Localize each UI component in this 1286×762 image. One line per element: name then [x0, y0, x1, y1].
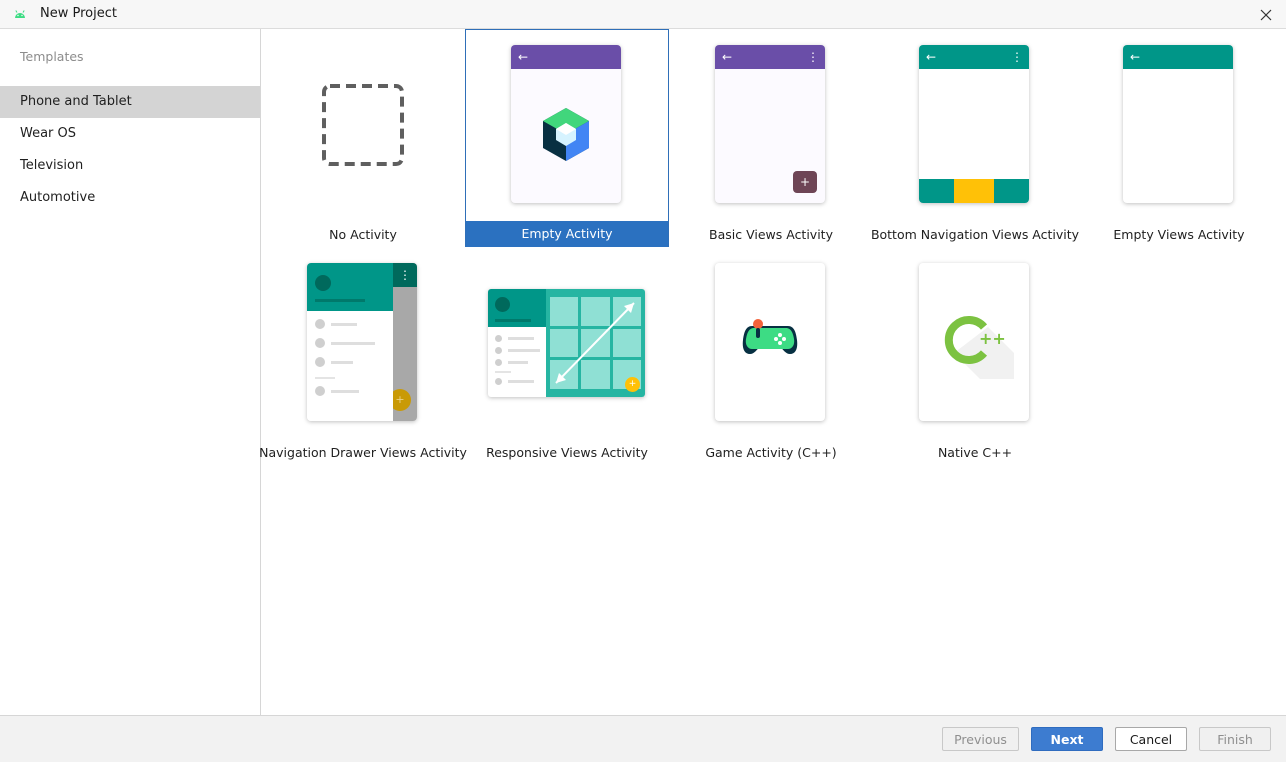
plus-icon: + [793, 171, 817, 193]
dashed-square-icon [322, 84, 404, 166]
list-header [488, 289, 546, 327]
templates-sidebar: Templates Phone and Tablet Wear OS Telev… [0, 29, 261, 715]
template-label: Empty Activity [466, 221, 668, 247]
template-label: Bottom Navigation Views Activity [870, 227, 1080, 242]
sidebar-item-television[interactable]: Television [0, 150, 260, 182]
drawer-header [307, 263, 393, 311]
sidebar-item-label: Automotive [20, 190, 96, 205]
template-thumbnail: ++ [919, 263, 1029, 421]
app-bar: ← ⋮ [919, 45, 1029, 69]
close-button[interactable] [1246, 0, 1286, 29]
template-label: Navigation Drawer Views Activity [259, 445, 467, 460]
title-bar: New Project [0, 0, 1286, 29]
app-bar: ← [511, 45, 621, 69]
cancel-button[interactable]: Cancel [1115, 727, 1187, 751]
sidebar-item-automotive[interactable]: Automotive [0, 182, 260, 214]
sidebar-item-wear-os[interactable]: Wear OS [0, 118, 260, 150]
previous-button[interactable]: Previous [942, 727, 1019, 751]
overflow-menu-icon: ⋮ [1011, 50, 1023, 64]
next-button[interactable]: Next [1031, 727, 1103, 751]
wizard-button-bar: Previous Next Cancel Finish [0, 715, 1286, 762]
template-thumbnail: + [488, 289, 645, 397]
template-empty-activity[interactable]: ← Empty Activity [465, 29, 669, 247]
android-icon [15, 10, 25, 18]
template-native-cpp[interactable]: ++ Native C++ [873, 247, 1077, 465]
overflow-menu-icon: ⋮ [807, 50, 819, 64]
template-label: Empty Views Activity [1113, 227, 1245, 242]
template-responsive-views-activity[interactable]: + Responsive Views Activity [465, 247, 669, 465]
template-label: Responsive Views Activity [486, 445, 648, 460]
back-arrow-icon: ← [1130, 50, 1141, 64]
template-no-activity[interactable]: No Activity [261, 29, 465, 247]
template-label: No Activity [329, 227, 397, 242]
navigation-drawer [307, 263, 393, 421]
template-thumbnail: ← [511, 45, 621, 203]
templates-grid: No Activity ← Empty Activity ← ⋮ + Basic… [259, 29, 1286, 715]
template-label: Game Activity (C++) [705, 445, 837, 460]
gamepad-icon [742, 319, 798, 354]
template-thumbnail: ⋮ + [307, 263, 417, 421]
grid-panel: + [546, 289, 645, 397]
cpp-logo-icon: ++ [944, 316, 1014, 379]
sidebar-item-label: Television [20, 158, 84, 173]
sidebar-header: Templates [20, 49, 84, 64]
app-bar: ← ⋮ [715, 45, 825, 69]
template-label: Native C++ [937, 445, 1013, 460]
bottom-navigation-selected [954, 179, 994, 203]
bottom-navigation-bar [919, 179, 1029, 203]
template-thumbnail: ← ⋮ [919, 45, 1029, 203]
template-label: Basic Views Activity [709, 227, 833, 242]
back-arrow-icon: ← [722, 50, 733, 64]
app-bar: ← [1123, 45, 1233, 69]
sidebar-item-phone-and-tablet[interactable]: Phone and Tablet [0, 86, 260, 118]
finish-button[interactable]: Finish [1199, 727, 1271, 751]
sidebar-item-label: Wear OS [20, 126, 77, 141]
jetpack-compose-icon [543, 108, 589, 161]
sidebar-item-label: Phone and Tablet [20, 94, 132, 109]
template-thumbnail: ← ⋮ + [715, 45, 825, 203]
back-arrow-icon: ← [926, 50, 937, 64]
close-icon [1260, 9, 1272, 20]
overflow-menu-icon: ⋮ [393, 263, 417, 287]
svg-text:++: ++ [979, 329, 1006, 348]
template-thumbnail [715, 263, 825, 421]
template-thumbnail: ← [1123, 45, 1233, 203]
window-title: New Project [40, 6, 117, 21]
template-empty-views-activity[interactable]: ← Empty Views Activity [1077, 29, 1281, 247]
template-game-activity-cpp[interactable]: Game Activity (C++) [669, 247, 873, 465]
template-navigation-drawer-views-activity[interactable]: ⋮ + Navigation Drawer Views Activity [259, 247, 467, 465]
template-bottom-navigation-views-activity[interactable]: ← ⋮ Bottom Navigation Views Activity [871, 29, 1079, 247]
template-basic-views-activity[interactable]: ← ⋮ + Basic Views Activity [669, 29, 873, 247]
plus-icon: + [625, 377, 640, 392]
back-arrow-icon: ← [518, 50, 529, 64]
